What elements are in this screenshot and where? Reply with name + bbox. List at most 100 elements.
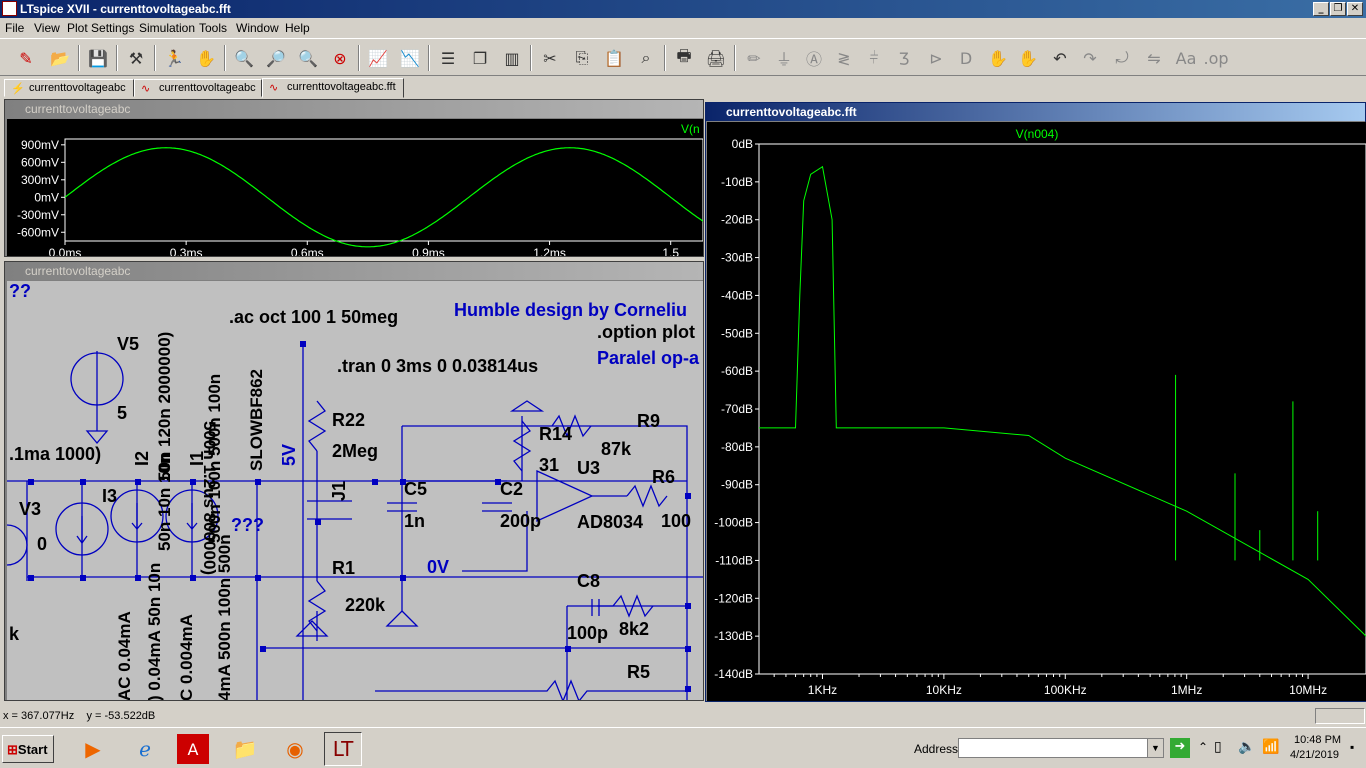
r5-value[interactable]: 8k2: [619, 619, 649, 640]
notification-icon[interactable]: ▪: [1350, 740, 1354, 754]
move-hand-icon[interactable]: ✋: [984, 44, 1012, 72]
print-preview-icon[interactable]: 🖶: [670, 44, 698, 72]
internet-explorer-icon[interactable]: ℯ: [126, 732, 164, 766]
resistor-icon[interactable]: ≷: [830, 44, 858, 72]
menu-simulation[interactable]: Simulation: [139, 21, 195, 35]
tab-fft[interactable]: ∿ currenttovoltageabc.fft: [262, 78, 404, 98]
start-button[interactable]: ⊞Start: [2, 735, 54, 763]
r1-label[interactable]: R1: [332, 558, 355, 579]
go-arrow-icon[interactable]: ➜: [1170, 738, 1190, 758]
r6-label[interactable]: R6: [652, 467, 675, 488]
tile-horizontal-icon[interactable]: ☰: [434, 44, 462, 72]
component-icon[interactable]: D: [952, 44, 980, 72]
find-binoculars-icon[interactable]: ⌕: [632, 44, 660, 72]
r1-value[interactable]: 220k: [345, 595, 385, 616]
j1-label[interactable]: J1: [329, 481, 350, 501]
chevron-down-icon[interactable]: ▼: [1147, 739, 1163, 757]
paralel-comment[interactable]: Paralel op-a: [597, 348, 699, 369]
c5-value[interactable]: 1n: [404, 511, 425, 532]
drag-hand-icon[interactable]: ✋: [1014, 44, 1042, 72]
r14-label[interactable]: R14: [539, 424, 572, 445]
menu-view[interactable]: View: [34, 21, 60, 35]
r14-value[interactable]: 31: [539, 455, 559, 476]
volume-icon[interactable]: 🔈: [1238, 738, 1255, 755]
devices-icon[interactable]: ▯: [1214, 738, 1222, 755]
open-folder-icon[interactable]: 📂: [46, 44, 74, 72]
tab-schematic[interactable]: ⚡ currenttovoltageabc: [4, 79, 134, 97]
i3-param[interactable]: AC 0.04mA: [115, 611, 135, 700]
tile-vertical-icon[interactable]: ▥: [498, 44, 526, 72]
r6-value[interactable]: 100: [661, 511, 691, 532]
new-schematic-icon[interactable]: ✎: [12, 44, 40, 72]
menu-plot-settings[interactable]: Plot Settings: [67, 21, 134, 35]
tray-expand-icon[interactable]: ⌃: [1198, 740, 1208, 754]
unknown-net-label[interactable]: ??: [9, 281, 31, 302]
i1-param[interactable]: C 0.004mA: [177, 614, 197, 700]
cut-icon[interactable]: ✂: [536, 44, 564, 72]
media-player-icon[interactable]: ▶: [74, 732, 112, 766]
capacitor-icon[interactable]: ⫩: [860, 44, 888, 72]
file-explorer-icon[interactable]: 📁: [226, 732, 264, 766]
menu-help[interactable]: Help: [285, 21, 310, 35]
option-directive[interactable]: .option plot: [597, 322, 695, 343]
ac-directive[interactable]: .ac oct 100 1 50meg: [229, 307, 398, 328]
draw-wire-icon[interactable]: ✏: [740, 44, 768, 72]
mirror-icon[interactable]: ⇋: [1140, 44, 1168, 72]
i-source-param-5[interactable]: .1ma 1000): [9, 444, 101, 465]
menu-tools[interactable]: Tools: [199, 21, 227, 35]
design-credit-comment[interactable]: Humble design by Corneliu: [454, 300, 687, 321]
r22-value[interactable]: 2Meg: [332, 441, 378, 462]
copy-icon[interactable]: ⎘: [568, 44, 596, 72]
0v-net-label[interactable]: 0V: [427, 557, 449, 578]
autorange-icon[interactable]: 📈: [364, 44, 392, 72]
acrobat-icon[interactable]: A: [177, 734, 209, 764]
pick-visible-traces-icon[interactable]: 📉: [396, 44, 424, 72]
minimize-button[interactable]: _: [1313, 2, 1329, 16]
label-net-icon[interactable]: Ⓐ: [800, 44, 828, 72]
redo-icon[interactable]: ↷: [1076, 44, 1104, 72]
v5-label[interactable]: V5: [117, 334, 139, 355]
menu-file[interactable]: File: [5, 21, 24, 35]
opamp-model[interactable]: AD8034: [577, 512, 643, 533]
i1-param-2[interactable]: 4mA 500n 100n 500n: [215, 534, 235, 700]
i-source-param-3[interactable]: 500n 100n 500n 100n: [205, 374, 225, 543]
i-source-param-4[interactable]: 50n 10n 10n: [155, 454, 175, 551]
schematic-canvas[interactable]: ?? V5 5 .ac oct 100 1 50meg .tran 0 3ms …: [7, 281, 703, 700]
save-icon[interactable]: 💾: [84, 44, 112, 72]
zoom-in-icon[interactable]: 🔍: [230, 44, 258, 72]
c2-value[interactable]: 200p: [500, 511, 541, 532]
spice-directive-icon[interactable]: .op: [1202, 44, 1230, 72]
restore-button[interactable]: ❐: [1330, 2, 1346, 16]
ground-icon[interactable]: ⏚: [770, 44, 798, 72]
c8-value[interactable]: 100p: [567, 623, 608, 644]
v3-value[interactable]: 0: [37, 534, 47, 555]
run-icon[interactable]: 🏃: [160, 44, 188, 72]
ltspice-taskbar-icon[interactable]: LT: [324, 732, 362, 766]
address-input[interactable]: ▼: [958, 738, 1164, 758]
time-plot-area[interactable]: 900mV 600mV 300mV 0mV -300mV -600mV 0.0ms 0.3ms…: [7, 119, 704, 260]
c8-label[interactable]: C8: [577, 571, 600, 592]
jfet-model[interactable]: SLOWBF862: [247, 369, 267, 471]
inductor-icon[interactable]: Ʒ: [890, 44, 918, 72]
v5-value[interactable]: 5: [117, 403, 127, 424]
rotate-icon[interactable]: ⤾: [1108, 44, 1136, 72]
unknown-net-label-2[interactable]: ???: [231, 515, 264, 536]
menu-window[interactable]: Window: [236, 21, 279, 35]
r22-label[interactable]: R22: [332, 410, 365, 431]
text-icon[interactable]: Aa: [1172, 44, 1200, 72]
i2-param[interactable]: ) 0.04mA 50n 10n: [145, 563, 165, 700]
i3-label[interactable]: I3: [102, 486, 117, 507]
r9-value[interactable]: 87k: [601, 439, 631, 460]
zoom-fit-icon[interactable]: ⊗: [326, 44, 354, 72]
5v-net-label[interactable]: 5V: [279, 444, 300, 466]
fft-chart[interactable]: 0dB -10dB -20dB -30dB -40dB -50dB -60dB -70dB -8…: [707, 122, 1366, 701]
r5-label[interactable]: R5: [627, 662, 650, 683]
diode-icon[interactable]: ⊳: [922, 44, 950, 72]
tab-waveform[interactable]: ∿ currenttovoltageabc: [134, 79, 262, 97]
pan-icon[interactable]: 🔎: [262, 44, 290, 72]
partial-value-k[interactable]: k: [9, 624, 19, 645]
paste-icon[interactable]: 📋: [600, 44, 628, 72]
cascade-icon[interactable]: ❐: [466, 44, 494, 72]
network-icon[interactable]: 📶: [1262, 738, 1279, 755]
time-domain-chart[interactable]: 900mV 600mV 300mV 0mV -300mV -600mV 0.0ms 0.3ms…: [7, 119, 704, 260]
